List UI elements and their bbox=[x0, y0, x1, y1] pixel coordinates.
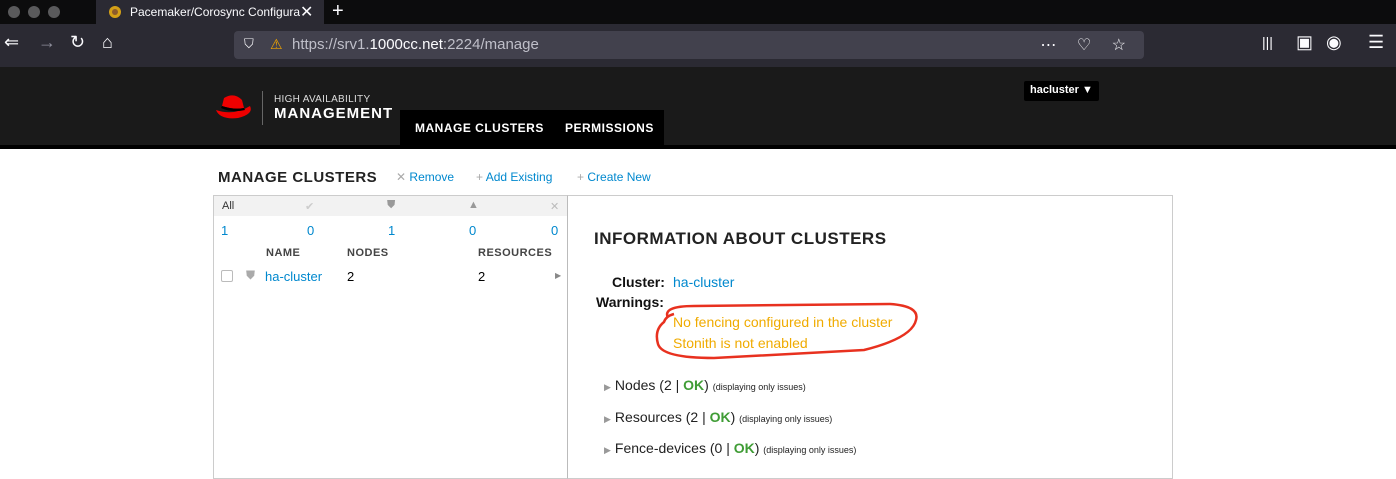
cluster-list-panel: All ✔ ⛊ ▲ ✕ 1 0 1 0 0 NAME NODES RESOURC… bbox=[213, 195, 568, 479]
page-actions-icon[interactable]: ⋯ ♡ ☆ bbox=[1040, 35, 1134, 55]
user-menu[interactable]: hacluster ▼ bbox=[1024, 81, 1099, 101]
create-new-button[interactable]: + Create New bbox=[577, 170, 651, 184]
window-minimize-button[interactable] bbox=[28, 6, 40, 18]
add-icon: + bbox=[577, 170, 585, 184]
fence-devices-section[interactable]: ▶ Fence-devices (0 | OK) (displaying only… bbox=[604, 440, 856, 456]
shield-icon[interactable]: ⛉ bbox=[244, 36, 254, 52]
logo-subtitle: HIGH AVAILABILITY bbox=[274, 94, 371, 105]
column-resources[interactable]: RESOURCES bbox=[478, 247, 552, 259]
expand-icon: ▶ bbox=[604, 445, 611, 455]
add-existing-label: Add Existing bbox=[485, 170, 553, 184]
cluster-name-link[interactable]: ha-cluster bbox=[265, 269, 322, 284]
window-close-button[interactable] bbox=[8, 6, 20, 18]
window-maximize-button[interactable] bbox=[48, 6, 60, 18]
url-text: https://srv1.1000cc.net:2224/manage bbox=[292, 36, 539, 53]
app-header: HIGH AVAILABILITY MANAGEMENT MANAGE CLUS… bbox=[0, 67, 1396, 149]
count-unknown[interactable]: 0 bbox=[551, 223, 558, 238]
favicon-icon bbox=[109, 6, 121, 18]
create-new-label: Create New bbox=[587, 170, 651, 184]
resources-section[interactable]: ▶ Resources (2 | OK) (displaying only iss… bbox=[604, 409, 832, 425]
browser-tab[interactable]: Pacemaker/Corosync Configura ✕ bbox=[96, 0, 324, 24]
filter-unknown-icon[interactable]: ✕ bbox=[550, 200, 559, 213]
count-error[interactable]: 1 bbox=[388, 223, 395, 238]
add-existing-button[interactable]: + Add Existing bbox=[476, 170, 552, 184]
top-nav: MANAGE CLUSTERS PERMISSIONS bbox=[400, 110, 664, 146]
reload-icon[interactable]: ↻ bbox=[70, 32, 85, 53]
logo-divider bbox=[262, 91, 263, 125]
remove-button[interactable]: ✕ Remove bbox=[396, 170, 454, 184]
browser-tab-bar: Pacemaker/Corosync Configura ✕ + bbox=[0, 0, 1396, 24]
remove-label: Remove bbox=[409, 170, 455, 184]
nodes-section[interactable]: ▶ Nodes (2 | OK) (displaying only issues) bbox=[604, 377, 806, 393]
account-icon[interactable]: ◉ bbox=[1326, 32, 1342, 53]
nav-manage-clusters[interactable]: MANAGE CLUSTERS bbox=[415, 121, 544, 135]
logo-title: MANAGEMENT bbox=[274, 105, 394, 122]
tab-title: Pacemaker/Corosync Configura bbox=[130, 5, 300, 19]
row-nodes: 2 bbox=[347, 269, 355, 284]
browser-nav-bar: ⇐ → ↻ ⌂ ⛉ ⚠ https://srv1.1000cc.net:2224… bbox=[0, 24, 1396, 67]
filter-ok-icon[interactable]: ✔ bbox=[305, 200, 314, 213]
redhat-logo-icon bbox=[216, 95, 251, 119]
home-icon[interactable]: ⌂ bbox=[102, 32, 113, 53]
row-resources: 2 bbox=[478, 269, 486, 284]
count-all[interactable]: 1 bbox=[221, 223, 228, 238]
lock-warning-icon[interactable]: ⚠ bbox=[270, 36, 283, 53]
menu-icon[interactable]: ☰ bbox=[1368, 32, 1384, 53]
sidebar-icon[interactable]: ▣ bbox=[1296, 32, 1313, 53]
expand-icon: ▶ bbox=[604, 382, 611, 392]
cluster-label: Cluster: bbox=[612, 274, 665, 290]
row-checkbox[interactable] bbox=[221, 270, 233, 282]
filter-all[interactable]: All bbox=[222, 200, 234, 212]
row-status-icon: ⛊ bbox=[246, 268, 256, 282]
library-icon[interactable]: ||| bbox=[1262, 34, 1273, 50]
filter-warning-icon[interactable]: ▲ bbox=[468, 199, 479, 211]
back-icon[interactable]: ⇐ bbox=[4, 32, 19, 53]
cluster-link[interactable]: ha-cluster bbox=[673, 274, 734, 290]
column-nodes[interactable]: NODES bbox=[347, 247, 389, 259]
remove-icon: ✕ bbox=[396, 170, 407, 184]
annotation-circle bbox=[655, 302, 918, 360]
page-title: MANAGE CLUSTERS bbox=[218, 169, 378, 186]
count-warning[interactable]: 0 bbox=[469, 223, 476, 238]
new-tab-button[interactable]: + bbox=[332, 0, 344, 23]
row-expand-icon[interactable]: ▶ bbox=[555, 271, 561, 280]
status-filter-bar: All ✔ ⛊ ▲ ✕ bbox=[214, 196, 568, 216]
url-bar[interactable]: ⛉ ⚠ https://srv1.1000cc.net:2224/manage … bbox=[234, 31, 1144, 59]
nav-permissions[interactable]: PERMISSIONS bbox=[565, 121, 654, 135]
expand-icon: ▶ bbox=[604, 414, 611, 424]
tab-close-icon[interactable]: ✕ bbox=[300, 2, 313, 22]
add-icon: + bbox=[476, 170, 484, 184]
info-title: INFORMATION ABOUT CLUSTERS bbox=[594, 229, 887, 248]
column-name[interactable]: NAME bbox=[266, 247, 300, 259]
filter-error-icon[interactable]: ⛊ bbox=[387, 199, 395, 212]
forward-icon[interactable]: → bbox=[38, 32, 56, 53]
count-ok[interactable]: 0 bbox=[307, 223, 314, 238]
